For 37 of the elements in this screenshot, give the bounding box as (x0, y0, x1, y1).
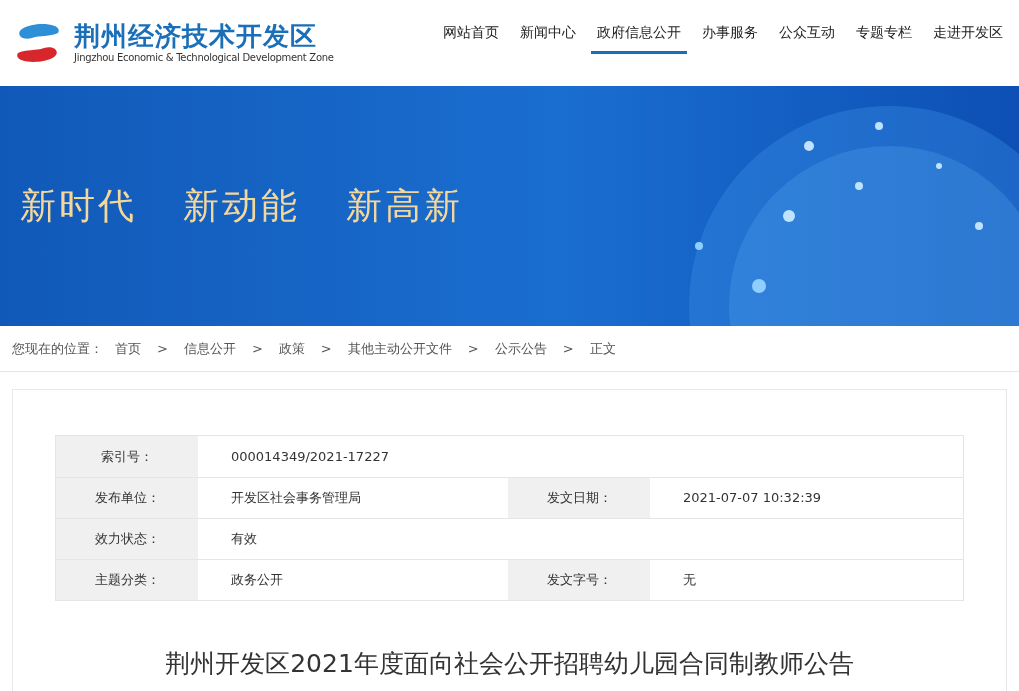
field-value: 有效 (230, 530, 258, 549)
field-label: 发文日期： (508, 478, 650, 518)
field-value: 000014349/2021-17227 (230, 447, 390, 466)
article-title: 荆州开发区2021年度面向社会公开招聘幼儿园合同制教师公告 (164, 648, 855, 680)
field-value: 政务公开 (230, 571, 284, 590)
banner-slogan: 新高新 (346, 184, 463, 228)
breadcrumb-link[interactable]: 正文 (587, 338, 618, 359)
field-value: 2021-07-07 10:32:39 (682, 489, 823, 508)
field-value: 无 (682, 571, 697, 590)
nav-tab[interactable]: 公众互动 (773, 22, 841, 54)
site-title: 荆州经济技术开发区 (74, 21, 318, 51)
breadcrumb-link[interactable]: 首页 (113, 338, 143, 359)
field-value: 开发区社会事务管理局 (230, 489, 362, 508)
field-label: 效力状态： (56, 519, 198, 559)
breadcrumb-link[interactable]: 政策 (276, 338, 307, 359)
site-subtitle: Jingzhou Economic & Technological Development Zone (74, 51, 334, 65)
breadcrumb-link[interactable]: 其他主动公开文件 (345, 338, 454, 359)
nav-tab[interactable]: 网站首页 (437, 22, 505, 54)
field-label: 索引号： (56, 436, 198, 477)
nav-tab[interactable]: 政府信息公开 (591, 22, 687, 54)
nav-tab[interactable]: 新闻中心 (514, 22, 582, 54)
breadcrumb-link[interactable]: 信息公开 (181, 338, 238, 359)
nav-tab[interactable]: 专题专栏 (850, 22, 918, 54)
breadcrumb-separator: > (250, 339, 264, 358)
field-label: 主题分类： (56, 560, 198, 600)
breadcrumb-label: 您现在的位置： (12, 339, 103, 358)
breadcrumb-separator: > (319, 339, 333, 358)
field-label: 发文字号： (508, 560, 650, 600)
breadcrumb-separator: > (561, 339, 575, 358)
banner-slogan: 新时代 (20, 184, 137, 228)
nav-tab[interactable]: 办事服务 (696, 22, 764, 54)
nav-tab[interactable]: 走进开发区 (927, 22, 1009, 54)
banner-slogan: 新动能 (183, 184, 300, 228)
breadcrumb-link[interactable]: 公示公告 (492, 338, 549, 359)
breadcrumb-separator: > (156, 339, 169, 358)
breadcrumb-separator: > (466, 339, 480, 358)
field-label: 发布单位： (56, 478, 198, 518)
